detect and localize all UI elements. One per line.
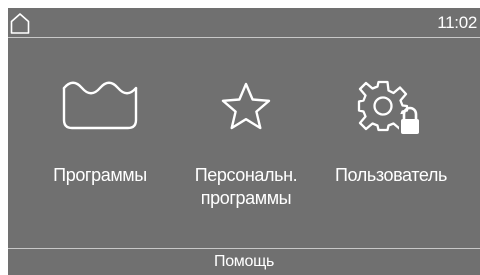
clock: 11:02: [437, 13, 477, 32]
user-label: Пользователь: [334, 165, 447, 185]
user-button[interactable]: Пользователь: [316, 80, 466, 220]
programs-label: Программы: [53, 165, 147, 185]
top-divider: [8, 37, 480, 38]
programs-button[interactable]: Программы: [25, 80, 175, 220]
device-screen: 11:02 Программы Персональн. программы По…: [8, 8, 480, 275]
gear-lock-icon: [316, 80, 466, 152]
personal-programs-label: Персональн. программы: [194, 165, 298, 208]
personal-programs-button[interactable]: Персональн. программы: [171, 80, 321, 220]
help-button[interactable]: Помощь: [8, 249, 480, 275]
home-button[interactable]: [8, 11, 32, 35]
home-icon: [10, 13, 30, 34]
star-outline-icon: [171, 80, 321, 152]
status-bar: 11:02: [8, 8, 480, 38]
washtub-icon: [25, 80, 175, 152]
